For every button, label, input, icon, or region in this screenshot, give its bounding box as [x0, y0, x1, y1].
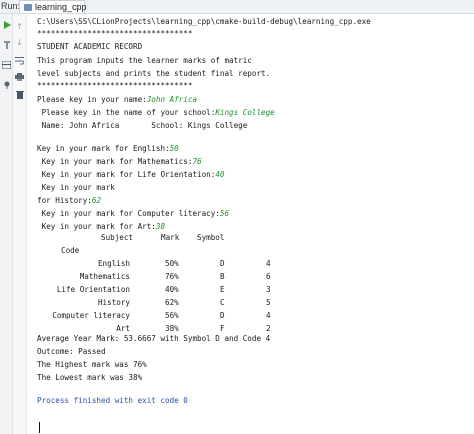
math-prompt-line: Key in your mark for Mathematics:76 [37, 156, 202, 168]
history-input-value: 62 [91, 196, 102, 205]
table-cell-code: 5 [266, 298, 271, 307]
english-prompt: Key in your mark for English: [37, 144, 170, 153]
wrench-icon[interactable] [2, 40, 11, 49]
process-finished-line: Process finished with exit code 0 [37, 396, 188, 405]
history-prompt-line-2: for History:62 [37, 195, 101, 207]
run-label: Run: [1, 1, 21, 11]
trash-icon[interactable] [15, 90, 24, 99]
outcome-line: Outcome: Passed [37, 347, 106, 356]
table-cell-subject: Life Orientation [56, 285, 130, 294]
cl-prompt-line: Key in your mark for Computer literacy:5… [37, 208, 229, 220]
layout-icon[interactable] [2, 60, 11, 69]
table-cell-code: 6 [266, 272, 271, 281]
table-cell-code: 4 [266, 311, 271, 320]
name-school-summary: Name: John Africa School: Kings College [37, 121, 248, 130]
cl-prompt: Key in your mark for Computer literacy: [37, 209, 220, 218]
school-prompt: Please key in the name of your school: [37, 108, 216, 117]
table-cell-subject: English [97, 259, 130, 268]
table-cell-symbol: D [220, 311, 225, 320]
math-input-value: 76 [192, 157, 202, 166]
table-header-symbol: Symbol [197, 233, 225, 242]
table-header-code: Code [61, 246, 80, 255]
school-input-value: Kings College [215, 108, 275, 117]
art-input-value: 38 [155, 222, 166, 231]
run-config-icon [24, 4, 32, 11]
table-cell-mark: 62% [165, 298, 179, 307]
table-cell-subject: Computer literacy [52, 311, 130, 320]
exe-path-line: C:\Users\SS\CLionProjects\learning_cpp\c… [37, 17, 371, 26]
name-prompt: Please key in your name: [37, 95, 147, 104]
history-prompt: for History: [37, 196, 92, 205]
stars-line: ********************************** [37, 29, 193, 38]
cl-input-value: 56 [219, 209, 230, 218]
play-icon[interactable] [2, 20, 11, 29]
print-icon[interactable] [15, 72, 24, 81]
table-cell-symbol: C [220, 298, 225, 307]
lo-input-value: 40 [215, 170, 225, 179]
description-line-2: level subjects and prints the student fi… [37, 69, 271, 78]
name-input-value: John Africa [146, 95, 198, 104]
lo-prompt: Key in your mark for Life Orientation: [37, 170, 216, 179]
run-config-tab[interactable]: learning_cpp × [19, 0, 87, 14]
program-title: STUDENT ACADEMIC RECORD [37, 42, 143, 51]
soft-wrap-icon[interactable] [15, 56, 24, 65]
table-cell-code: 3 [266, 285, 271, 294]
lowest-mark-line: The Lowest mark was 38% [37, 373, 143, 382]
table-cell-symbol: B [220, 272, 225, 281]
table-cell-symbol: E [220, 285, 225, 294]
math-prompt: Key in your mark for Mathematics: [37, 157, 193, 166]
text-caret [39, 422, 40, 433]
stars-line: ********************************** [37, 81, 193, 90]
table-cell-subject: Mathematics [79, 272, 130, 281]
table-cell-mark: 50% [165, 259, 179, 268]
pin-icon[interactable] [2, 80, 11, 89]
art-prompt: Key in your mark for Art: [37, 222, 156, 231]
lo-prompt-line: Key in your mark for Life Orientation:40 [37, 169, 225, 181]
description-line-1: This program inputs the learner marks of… [37, 56, 252, 65]
up-arrow-icon[interactable]: ↑ [15, 22, 24, 31]
down-arrow-icon[interactable]: ↓ [15, 38, 24, 47]
table-header-subject: Subject [101, 233, 134, 242]
table-cell-mark: 76% [165, 272, 179, 281]
table-header-mark: Mark [161, 233, 180, 242]
table-cell-subject: History [97, 298, 130, 307]
highest-mark-line: The Highest mark was 76% [37, 360, 147, 369]
table-cell-mark: 56% [165, 311, 179, 320]
english-input-value: 50 [169, 144, 179, 153]
history-prompt-line-1: Key in your mark [37, 183, 115, 192]
name-prompt-line: Please key in your name:John Africa [37, 94, 197, 106]
run-toolbar [0, 14, 13, 434]
average-line: Average Year Mark: 53.6667 with Symbol D… [37, 334, 271, 343]
run-tool-window-header: Run: learning_cpp × [0, 0, 474, 14]
console-output[interactable]: C:\Users\SS\CLionProjects\learning_cpp\c… [37, 14, 474, 434]
table-cell-symbol: D [220, 259, 225, 268]
school-prompt-line: Please key in the name of your school:Ki… [37, 107, 275, 119]
table-cell-mark: 40% [165, 285, 179, 294]
console-toolbar: ↑ ↓ [13, 14, 27, 434]
table-cell-code: 4 [266, 259, 271, 268]
close-icon[interactable]: × [75, 1, 80, 14]
english-prompt-line: Key in your mark for English:50 [37, 143, 179, 155]
